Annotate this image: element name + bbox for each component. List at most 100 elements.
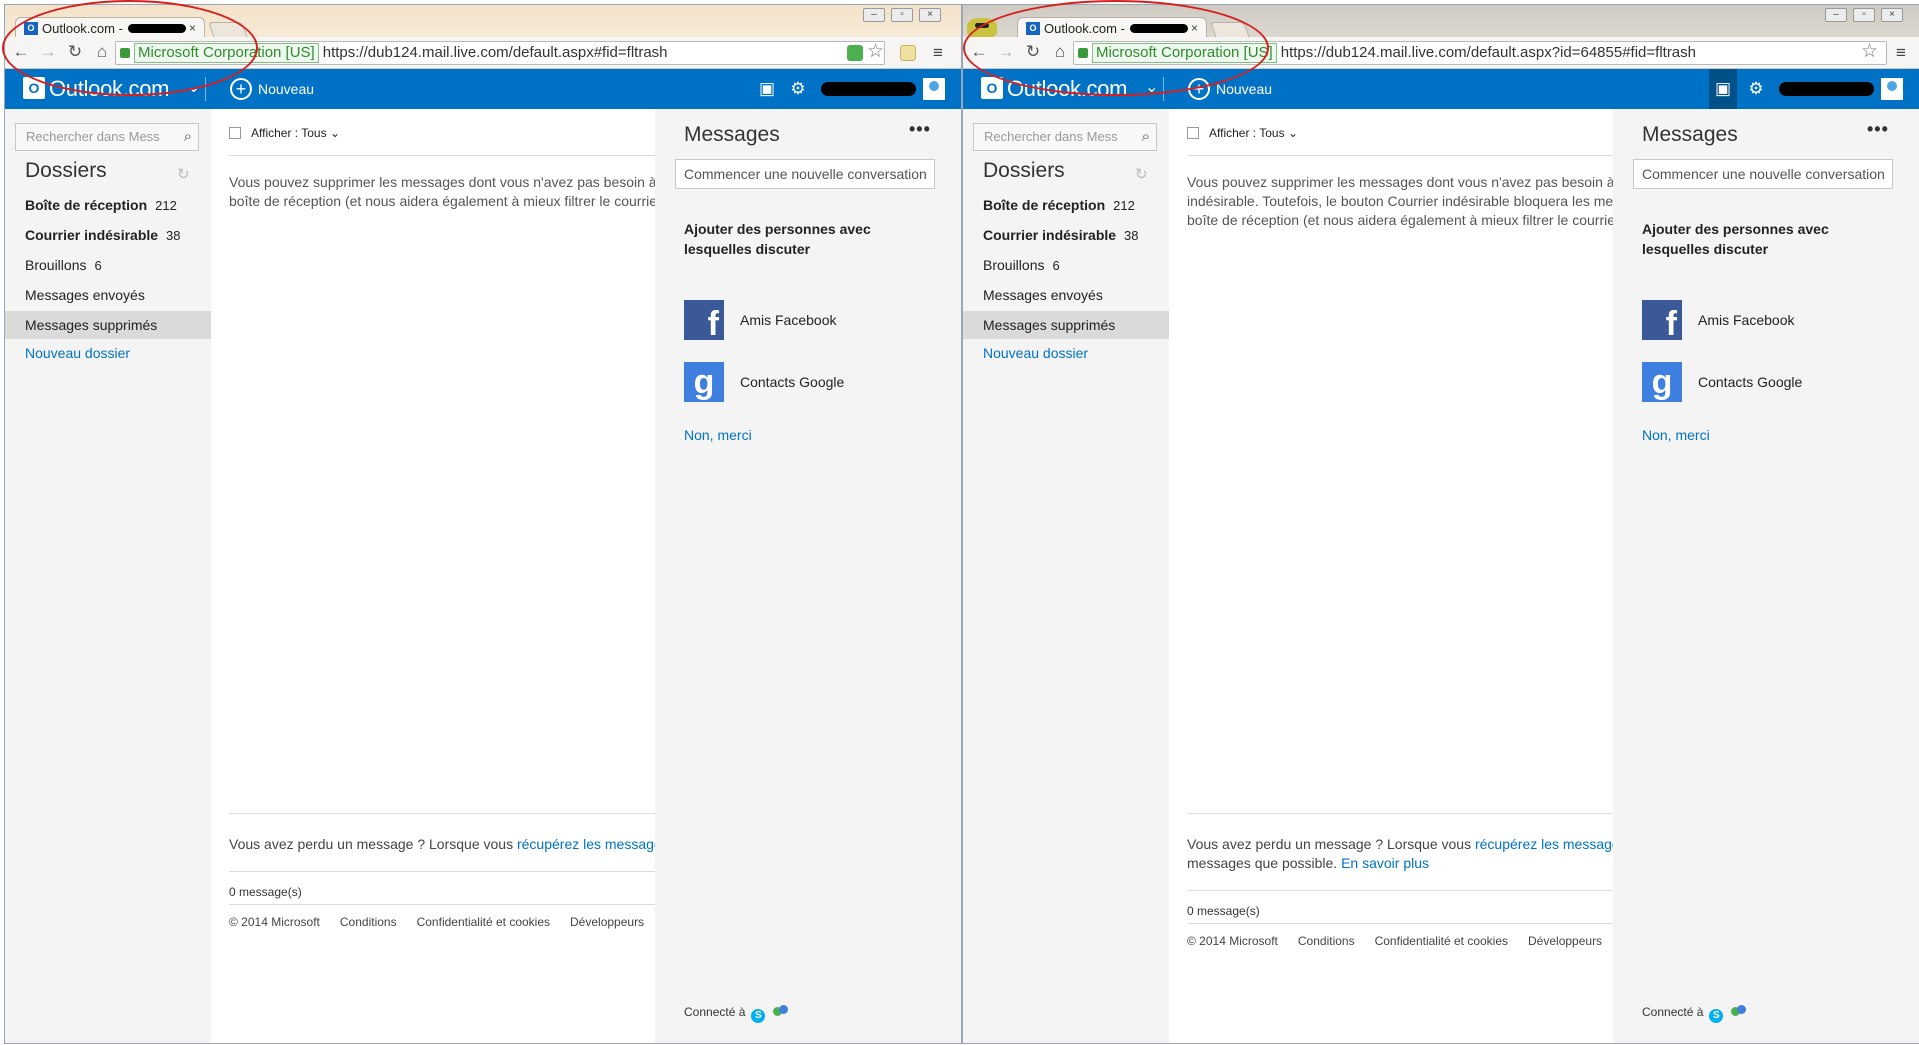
skype-icon[interactable]: S — [751, 1009, 766, 1023]
chrome-menu-icon[interactable]: ≡ — [933, 44, 943, 61]
footer-link-privacy[interactable]: Confidentialité et cookies — [1375, 934, 1508, 948]
new-tab-button[interactable] — [1210, 22, 1250, 38]
refresh-icon[interactable]: ↻ — [1135, 165, 1148, 183]
folder-drafts[interactable]: Brouillons 6 — [963, 251, 1169, 279]
new-tab-button[interactable] — [208, 22, 248, 38]
footer-link-developers[interactable]: Développeurs — [1528, 934, 1602, 948]
back-arrow-icon[interactable]: ← — [12, 43, 30, 61]
home-icon[interactable]: ⌂ — [93, 43, 111, 61]
search-input[interactable]: Rechercher dans Mess ⌕ — [15, 123, 199, 151]
new-message-button[interactable]: + Nouveau — [1188, 78, 1272, 102]
folder-inbox[interactable]: Boîte de réception 212 — [963, 191, 1169, 219]
google-contacts-link[interactable]: g Contacts Google — [684, 362, 844, 402]
folder-inbox[interactable]: Boîte de réception 212 — [5, 191, 211, 219]
forward-arrow-icon[interactable]: → — [39, 43, 57, 61]
google-contacts-link[interactable]: g Contacts Google — [1642, 362, 1802, 402]
close-window-button[interactable]: × — [919, 8, 941, 22]
more-options-icon[interactable]: ••• — [909, 119, 931, 140]
gear-icon[interactable]: ⚙ — [1746, 79, 1766, 99]
browser-tab[interactable]: O Outlook.com - × — [15, 17, 205, 39]
url-text: https://dub124.mail.live.com/default.asp… — [1280, 44, 1696, 61]
messages-heading: Messages — [684, 123, 780, 146]
no-thanks-link[interactable]: Non, merci — [684, 427, 752, 443]
recover-messages-link[interactable]: récupérez les messages — [517, 836, 657, 852]
forward-arrow-icon[interactable]: → — [997, 43, 1015, 61]
home-icon[interactable]: ⌂ — [1051, 43, 1069, 61]
chevron-down-icon[interactable]: ⌄ — [1145, 77, 1158, 97]
new-folder-link[interactable]: Nouveau dossier — [5, 339, 211, 367]
search-placeholder: Rechercher dans Mess — [26, 129, 160, 144]
new-message-button[interactable]: + Nouveau — [230, 78, 314, 102]
brand-name[interactable]: Outlook.com — [1007, 76, 1128, 102]
folder-deleted[interactable]: Messages supprimés — [963, 311, 1169, 339]
folder-sent[interactable]: Messages envoyés — [963, 281, 1169, 309]
bookmark-star-icon[interactable]: ☆ — [1861, 42, 1878, 62]
chat-icon[interactable]: ▣ — [757, 79, 777, 99]
folder-sent[interactable]: Messages envoyés — [5, 281, 211, 309]
browser-toolbar: ← → ↻ ⌂ Microsoft Corporation [US] https:… — [963, 37, 1919, 69]
messenger-icon[interactable] — [773, 1005, 789, 1017]
folders-heading: Dossiers — [25, 159, 107, 182]
filter-dropdown[interactable]: Afficher : Tous ⌄ — [1187, 126, 1298, 140]
new-folder-link[interactable]: Nouveau dossier — [963, 339, 1169, 367]
address-bar[interactable]: Microsoft Corporation [US] https://dub124… — [1073, 41, 1887, 65]
new-conversation-input[interactable]: Commencer une nouvelle conversation — [1633, 159, 1893, 189]
select-all-checkbox[interactable] — [229, 127, 241, 139]
tab-title: Outlook.com - — [42, 21, 123, 36]
select-all-checkbox[interactable] — [1187, 127, 1199, 139]
no-thanks-link[interactable]: Non, merci — [1642, 427, 1710, 443]
back-arrow-icon[interactable]: ← — [970, 43, 988, 61]
reload-icon[interactable]: ↻ — [66, 43, 84, 61]
filter-dropdown[interactable]: Afficher : Tous ⌄ — [229, 126, 340, 140]
close-tab-icon[interactable]: × — [1191, 21, 1198, 35]
learn-more-link[interactable]: En savoir plus — [1341, 855, 1429, 871]
address-bar[interactable]: Microsoft Corporation [US] https://dub124… — [115, 41, 885, 65]
folder-junk[interactable]: Courrier indésirable 38 — [5, 221, 211, 249]
message-count: 0 message(s) — [1187, 904, 1260, 918]
chat-icon[interactable]: ▣ — [1709, 69, 1737, 109]
folder-drafts[interactable]: Brouillons 6 — [5, 251, 211, 279]
avatar[interactable] — [923, 78, 945, 100]
search-icon[interactable]: ⌕ — [1142, 124, 1150, 150]
close-tab-icon[interactable]: × — [189, 21, 196, 35]
more-options-icon[interactable]: ••• — [1867, 119, 1889, 140]
refresh-icon[interactable]: ↻ — [177, 165, 190, 183]
browser-tab[interactable]: O Outlook.com - × — [1017, 17, 1207, 39]
minimize-button[interactable]: – — [863, 8, 885, 22]
extension-puzzle-icon[interactable] — [900, 45, 916, 61]
folder-deleted[interactable]: Messages supprimés — [5, 311, 211, 339]
maximize-button[interactable]: ▫ — [1853, 8, 1875, 22]
brand-name[interactable]: Outlook.com — [49, 76, 170, 102]
skype-icon[interactable]: S — [1709, 1009, 1724, 1023]
footer-link-conditions[interactable]: Conditions — [340, 915, 397, 929]
search-input[interactable]: Rechercher dans Mess ⌕ — [973, 123, 1157, 151]
bookmark-star-icon[interactable]: ☆ — [867, 42, 884, 62]
header-divider — [1163, 77, 1164, 101]
chevron-down-icon[interactable]: ⌄ — [187, 77, 200, 97]
footer-link-privacy[interactable]: Confidentialité et cookies — [417, 915, 550, 929]
avatar[interactable] — [1881, 78, 1903, 100]
maximize-button[interactable]: ▫ — [891, 8, 913, 22]
search-placeholder: Rechercher dans Mess — [984, 129, 1118, 144]
footer-link-developers[interactable]: Développeurs — [570, 915, 644, 929]
new-conversation-input[interactable]: Commencer une nouvelle conversation — [675, 159, 935, 189]
facebook-friends-link[interactable]: f Amis Facebook — [684, 300, 836, 340]
gear-icon[interactable]: ⚙ — [788, 79, 808, 99]
messenger-icon[interactable] — [1731, 1005, 1747, 1017]
reload-icon[interactable]: ↻ — [1024, 43, 1042, 61]
search-icon[interactable]: ⌕ — [184, 124, 192, 150]
facebook-icon: f — [684, 300, 724, 340]
folder-junk[interactable]: Courrier indésirable 38 — [963, 221, 1169, 249]
add-people-heading: Ajouter des personnes avec lesquelles di… — [684, 221, 871, 257]
outlook-header: O Outlook.com ⌄ + Nouveau ▣ ⚙ — [5, 69, 961, 109]
extension-icon[interactable] — [847, 45, 863, 61]
message-count: 0 message(s) — [229, 885, 302, 899]
footer-link-conditions[interactable]: Conditions — [1298, 934, 1355, 948]
divider — [229, 813, 655, 814]
recover-messages-link[interactable]: récupérez les messages — [1475, 836, 1615, 852]
minimize-button[interactable]: – — [1825, 8, 1847, 22]
close-window-button[interactable]: × — [1881, 8, 1903, 22]
chrome-menu-icon[interactable]: ≡ — [1896, 44, 1906, 61]
facebook-friends-link[interactable]: f Amis Facebook — [1642, 300, 1794, 340]
divider — [1187, 813, 1613, 814]
